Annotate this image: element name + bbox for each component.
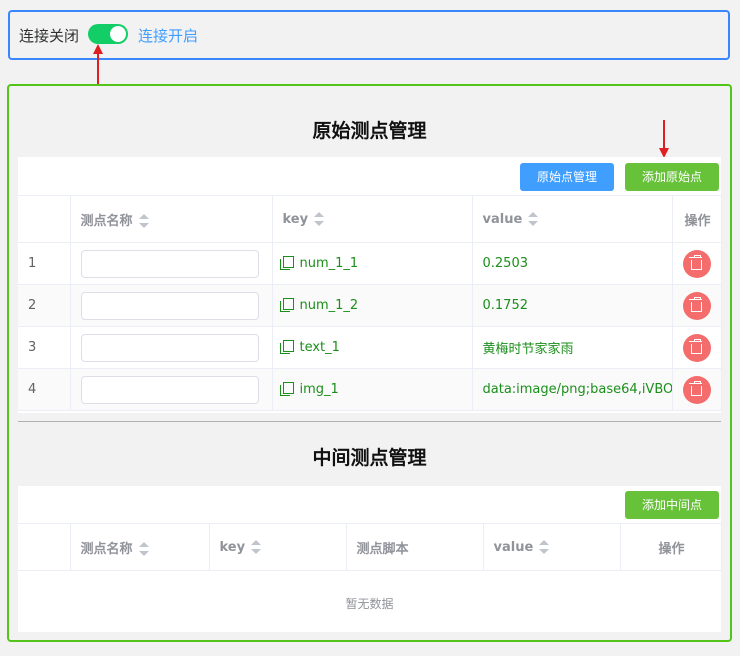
- add-middle-button[interactable]: 添加中间点: [625, 491, 719, 519]
- row-value: 0.2503: [472, 242, 673, 285]
- col-actions: 操作: [620, 523, 722, 571]
- copy-icon[interactable]: [279, 382, 294, 396]
- sort-icon[interactable]: [528, 212, 539, 226]
- annotation-arrow-up-icon: [93, 44, 103, 84]
- row-key-cell: num_1_1: [272, 242, 473, 285]
- table-row: 4 img_1 data:image/png;base64,iVBORw: [18, 368, 722, 411]
- point-name-input[interactable]: [80, 249, 259, 278]
- col-value[interactable]: value: [472, 195, 673, 243]
- delete-button[interactable]: [682, 333, 711, 362]
- col-actions: 操作: [672, 195, 722, 243]
- sort-icon[interactable]: [251, 540, 262, 554]
- annotation-arrow-down-icon: [659, 120, 669, 158]
- sort-icon[interactable]: [138, 214, 149, 228]
- col-value[interactable]: value: [483, 523, 621, 571]
- col-script: 测点脚本: [346, 523, 484, 571]
- point-name-input[interactable]: [80, 333, 259, 362]
- sort-icon[interactable]: [539, 540, 550, 554]
- main-container: 原始测点管理 原始点管理 添加原始点 测点名称 key value 操作 1 n…: [7, 84, 732, 642]
- raw-table-header: 测点名称 key value 操作: [18, 195, 722, 243]
- connection-on-label: 连接开启: [138, 27, 199, 45]
- row-index: 1: [18, 242, 71, 285]
- connection-bar: 连接关闭 连接开启: [8, 10, 730, 60]
- row-actions: [672, 242, 722, 285]
- delete-button[interactable]: [682, 375, 711, 404]
- table-row: 1 num_1_1 0.2503: [18, 242, 722, 285]
- row-index: 2: [18, 284, 71, 327]
- add-raw-button[interactable]: 添加原始点: [625, 163, 719, 191]
- col-key[interactable]: key: [209, 523, 347, 571]
- connection-off-label: 连接关闭: [19, 27, 80, 45]
- copy-icon[interactable]: [279, 298, 294, 312]
- point-name-input[interactable]: [80, 375, 259, 404]
- trash-icon: [689, 339, 702, 354]
- row-name-cell: [70, 284, 273, 327]
- delete-button[interactable]: [682, 291, 711, 320]
- col-name[interactable]: 测点名称: [70, 523, 210, 571]
- raw-panel: 原始点管理 添加原始点 测点名称 key value 操作 1 num_1_1 …: [18, 157, 722, 413]
- middle-section-title: 中间测点管理: [312, 447, 427, 469]
- raw-table: 测点名称 key value 操作 1 num_1_1 0.2503 2 num…: [18, 195, 722, 411]
- row-value: data:image/png;base64,iVBORw: [472, 368, 673, 411]
- middle-panel: 添加中间点 测点名称 key 测点脚本 value 操作 暂无数据: [18, 486, 722, 632]
- raw-manage-button[interactable]: 原始点管理: [520, 163, 614, 191]
- row-value: 黄梅时节家家雨: [472, 326, 673, 369]
- middle-table-header: 测点名称 key 测点脚本 value 操作: [18, 523, 722, 571]
- row-key-cell: num_1_2: [272, 284, 473, 327]
- connection-switch[interactable]: [88, 24, 128, 44]
- row-actions: [672, 368, 722, 411]
- row-index: 4: [18, 368, 71, 411]
- col-key[interactable]: key: [272, 195, 473, 243]
- switch-knob: [110, 26, 126, 42]
- col-index: [18, 523, 71, 571]
- col-name[interactable]: 测点名称: [70, 195, 273, 243]
- row-name-cell: [70, 368, 273, 411]
- middle-table: 测点名称 key 测点脚本 value 操作: [18, 523, 722, 571]
- trash-icon: [689, 255, 702, 270]
- trash-icon: [689, 297, 702, 312]
- row-key-cell: text_1: [272, 326, 473, 369]
- trash-icon: [689, 381, 702, 396]
- table-row: 2 num_1_2 0.1752: [18, 284, 722, 327]
- delete-button[interactable]: [682, 249, 711, 278]
- sort-icon[interactable]: [138, 542, 149, 556]
- row-key-cell: img_1: [272, 368, 473, 411]
- row-name-cell: [70, 242, 273, 285]
- row-index: 3: [18, 326, 71, 369]
- row-value: 0.1752: [472, 284, 673, 327]
- raw-section-title: 原始测点管理: [312, 120, 427, 142]
- empty-state: 暂无数据: [345, 597, 394, 611]
- row-actions: [672, 284, 722, 327]
- row-name-cell: [70, 326, 273, 369]
- copy-icon[interactable]: [279, 256, 294, 270]
- col-index: [18, 195, 71, 243]
- point-name-input[interactable]: [80, 291, 259, 320]
- sort-icon[interactable]: [314, 212, 325, 226]
- table-row: 3 text_1 黄梅时节家家雨: [18, 326, 722, 369]
- copy-icon[interactable]: [279, 340, 294, 354]
- section-divider: [18, 421, 721, 422]
- row-actions: [672, 326, 722, 369]
